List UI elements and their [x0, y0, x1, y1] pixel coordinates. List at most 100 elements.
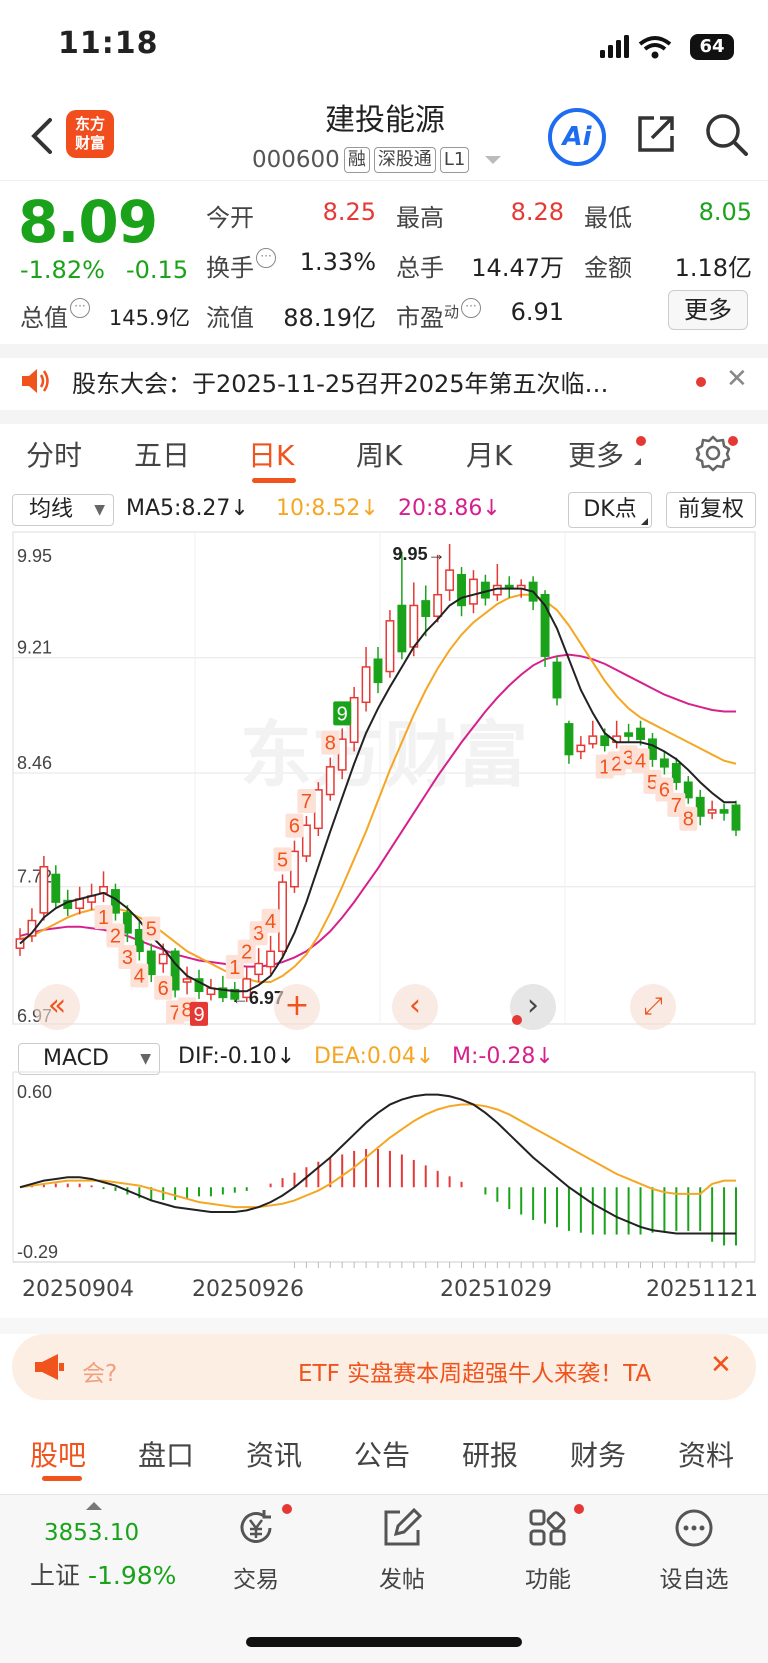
candle: [612, 720, 622, 749]
candle-body: [576, 744, 586, 753]
tab-profile[interactable]: 资料: [678, 1434, 734, 1474]
tab-more[interactable]: 更多: [568, 434, 624, 474]
candle-body: [158, 953, 168, 965]
pe-value: 6.91: [510, 298, 564, 326]
close-icon[interactable]: ✕: [726, 364, 748, 394]
back-arrow-icon[interactable]: [22, 112, 62, 160]
tab-five-day[interactable]: 五日: [134, 434, 190, 474]
double-left-icon[interactable]: «: [34, 984, 80, 1030]
high-value: 8.28: [510, 198, 564, 226]
candle-body: [51, 873, 61, 903]
candle-body: [409, 604, 419, 648]
candle: [266, 935, 276, 975]
more-button[interactable]: 更多: [668, 290, 748, 330]
candle: [170, 948, 180, 998]
dock-functions[interactable]: 功能: [498, 1506, 598, 1594]
m-value: M:-0.28↓: [452, 1044, 554, 1069]
candle: [588, 720, 598, 749]
candle: [182, 966, 192, 995]
candle: [648, 733, 657, 767]
y-tick-label: -0.29: [17, 1242, 58, 1262]
tab-daily-k[interactable]: 日K: [248, 434, 294, 474]
dock-post[interactable]: 发帖: [352, 1506, 452, 1594]
candle: [576, 736, 586, 760]
tab-forum[interactable]: 股吧: [30, 1434, 86, 1474]
signal-label: 6: [158, 978, 169, 1000]
candle-body: [624, 732, 634, 737]
index-label[interactable]: 上证 -1.98%: [30, 1556, 176, 1592]
candle-body: [600, 735, 610, 747]
stock-code-row[interactable]: 000600 融 深股通 L1: [252, 144, 502, 176]
x-tick-label: 20250904: [22, 1277, 134, 1302]
header-divider: [0, 180, 768, 181]
dock-functions-label: 功能: [525, 1567, 571, 1593]
stock-detail-page: 11:18 64 东方 财富 建投能源 000600 融 深股通 L1 Ai 8.…: [0, 0, 768, 1663]
tab-announcements[interactable]: 公告: [354, 1434, 410, 1474]
candle-body: [648, 738, 657, 760]
settings-gear-icon[interactable]: [694, 434, 732, 472]
y-tick-label: 8.46: [17, 753, 52, 773]
mcap-label[interactable]: 总值 ···: [20, 298, 90, 333]
tab-monthly-k[interactable]: 月K: [466, 434, 512, 474]
index-value[interactable]: 3853.10: [44, 1520, 139, 1546]
active-tab-underline: [252, 478, 296, 483]
candle: [659, 751, 669, 775]
candle: [552, 656, 562, 706]
pe-label[interactable]: 市盈动 ···: [396, 298, 482, 333]
candle-body: [182, 978, 192, 983]
tab-finance[interactable]: 财务: [570, 1434, 626, 1474]
indicator-select[interactable]: 均线 ▼: [12, 494, 114, 526]
ma5-value: MA5:8.27↓: [126, 496, 249, 521]
info-icon[interactable]: ···: [256, 248, 276, 268]
dropdown-caret-icon: ▼: [94, 502, 105, 518]
info-icon[interactable]: ···: [461, 298, 482, 318]
macd-select-label: MACD: [43, 1046, 109, 1071]
tab-research[interactable]: 研报: [462, 1434, 518, 1474]
speaker-icon: [22, 369, 49, 393]
close-icon[interactable]: ✕: [710, 1350, 732, 1380]
search-icon[interactable]: [702, 110, 750, 158]
candle-body: [373, 658, 383, 684]
x-tick-label: 20251121: [646, 1277, 758, 1302]
dk-point-label: DK点: [583, 497, 637, 522]
candle-body: [397, 604, 407, 653]
plus-icon[interactable]: +: [274, 984, 320, 1030]
candle-body: [683, 781, 693, 799]
settings-unread-dot: [728, 436, 738, 446]
dock-trade-label: 交易: [233, 1567, 279, 1593]
dock-add-watchlist[interactable]: 设自选: [644, 1506, 744, 1594]
pe-sup: 动: [444, 303, 460, 321]
home-indicator: [246, 1637, 522, 1647]
more-unread-dot: [636, 436, 646, 446]
dk-point-button[interactable]: DK点: [568, 492, 652, 528]
tab-weekly-k[interactable]: 周K: [356, 434, 402, 474]
candle-body: [469, 578, 478, 605]
share-icon[interactable]: [632, 110, 680, 158]
candle: [146, 943, 156, 983]
turnover-label[interactable]: 换手 ···: [206, 248, 276, 283]
tab-intraday[interactable]: 分时: [26, 434, 82, 474]
notice-text[interactable]: 股东大会：于2025-11-25召开2025年第五次临…: [72, 364, 672, 399]
adjust-button[interactable]: 前复权: [666, 492, 756, 528]
y-tick-label: 9.21: [17, 638, 52, 658]
tab-news[interactable]: 资讯: [246, 1434, 302, 1474]
dea-value: DEA:0.04↓: [314, 1044, 435, 1069]
dock-trade[interactable]: 交易: [206, 1506, 306, 1594]
candle-body: [552, 661, 562, 699]
info-icon[interactable]: ···: [70, 298, 90, 318]
functions-unread-dot: [574, 1504, 584, 1514]
macd-chart[interactable]: 0.60 -0.29: [0, 1070, 768, 1280]
candle: [39, 855, 49, 921]
dif-value: DIF:-0.10↓: [178, 1044, 296, 1069]
dock-post-label: 发帖: [379, 1567, 425, 1593]
stock-code: 000600: [252, 147, 340, 173]
expand-up-icon[interactable]: [86, 1502, 102, 1510]
candle: [504, 576, 514, 598]
chevron-left-icon[interactable]: ‹: [392, 984, 438, 1030]
promo-text[interactable]: ETF 实盘赛本周超强牛人来袭！TA: [298, 1354, 651, 1388]
candle-body: [301, 824, 311, 857]
tab-orderbook[interactable]: 盘口: [138, 1434, 194, 1474]
candlestick-chart[interactable]: 9.959.218.467.726.97东方财富1234567 8 91234567…: [0, 530, 768, 1036]
fullscreen-icon[interactable]: ⤢: [630, 984, 676, 1030]
ai-button[interactable]: Ai: [548, 108, 606, 166]
